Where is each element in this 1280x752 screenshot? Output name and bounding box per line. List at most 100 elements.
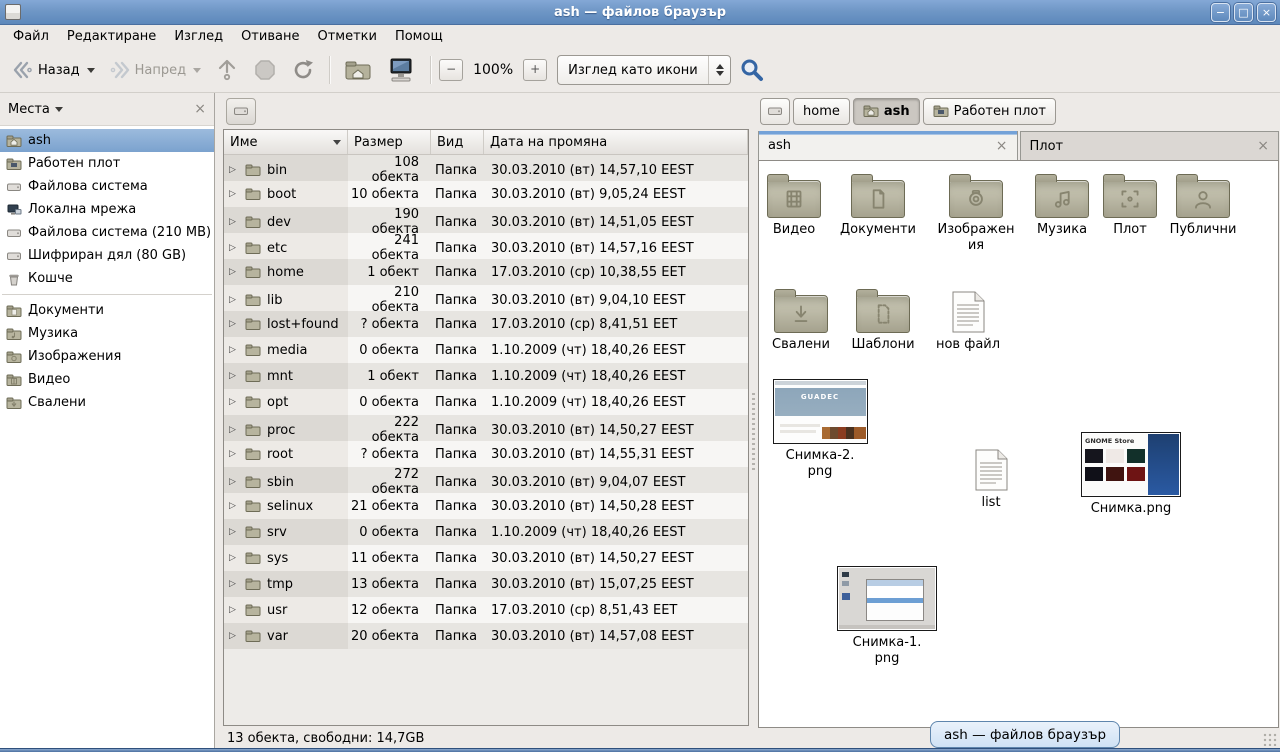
column-header-2[interactable]: Вид — [431, 130, 484, 154]
menu-2[interactable]: Изглед — [165, 26, 232, 47]
icon-item-нов-файл[interactable]: нов файл — [918, 288, 1018, 353]
expander-icon[interactable]: ▷ — [229, 425, 239, 435]
table-row[interactable]: ▷root? обектаПапка30.03.2010 (вт) 14,55,… — [224, 441, 748, 467]
menu-4[interactable]: Отметки — [308, 26, 385, 47]
column-header-3[interactable]: Дата на промяна — [484, 130, 748, 154]
splitter-grip[interactable] — [752, 393, 755, 473]
icon-item-Публични[interactable]: Публични — [1153, 173, 1253, 238]
table-row[interactable]: ▷srv0 обектаПапка1.10.2009 (чт) 18,40,26… — [224, 519, 748, 545]
table-row[interactable]: ▷sys11 обектаПапка30.03.2010 (вт) 14,50,… — [224, 545, 748, 571]
table-row[interactable]: ▷sbin272 обектаПапка30.03.2010 (вт) 9,04… — [224, 467, 748, 493]
sidebar-item-Кошче[interactable]: Кошче — [0, 267, 214, 290]
zoom-out-button[interactable]: − — [439, 59, 463, 81]
table-row[interactable]: ▷bin108 обектаПапка30.03.2010 (вт) 14,57… — [224, 155, 748, 181]
menu-3[interactable]: Отиване — [232, 26, 308, 47]
column-header-1[interactable]: Размер — [348, 130, 431, 154]
reload-button[interactable] — [285, 54, 321, 86]
maximize-button[interactable]: □ — [1234, 3, 1253, 22]
table-row[interactable]: ▷proc222 обектаПапка30.03.2010 (вт) 14,5… — [224, 415, 748, 441]
sidebar-close-icon[interactable]: × — [194, 101, 206, 117]
table-row[interactable]: ▷tmp13 обектаПапка30.03.2010 (вт) 15,07,… — [224, 571, 748, 597]
expander-icon[interactable]: ▷ — [229, 267, 239, 277]
pane-splitter[interactable] — [750, 93, 757, 748]
home-button[interactable] — [338, 54, 378, 86]
icon-item-Документи[interactable]: Документи — [828, 173, 928, 238]
expander-icon[interactable]: ▷ — [229, 631, 239, 641]
table-row[interactable]: ▷boot10 обектаПапка30.03.2010 (вт) 9,05,… — [224, 181, 748, 207]
expander-icon[interactable]: ▷ — [229, 189, 239, 199]
table-row[interactable]: ▷home1 обектПапка17.03.2010 (ср) 10,38,5… — [224, 259, 748, 285]
back-history-caret[interactable] — [87, 68, 95, 73]
tab-Плот[interactable]: Плот× — [1020, 131, 1280, 160]
back-button[interactable]: Назад — [6, 56, 101, 84]
menu-0[interactable]: Файл — [4, 26, 58, 47]
expander-icon[interactable]: ▷ — [229, 553, 239, 563]
icon-item-list[interactable]: list — [941, 446, 1041, 511]
expander-icon[interactable]: ▷ — [229, 605, 239, 615]
tab-ash[interactable]: ash× — [758, 131, 1018, 160]
sidebar-item-Работен плот[interactable]: Работен плот — [0, 152, 214, 175]
sidebar-item-Файлова система[interactable]: Файлова система — [0, 175, 214, 198]
search-button[interactable] — [733, 53, 771, 87]
expander-icon[interactable]: ▷ — [229, 319, 239, 329]
zoom-in-button[interactable]: + — [523, 59, 547, 81]
table-row[interactable]: ▷lost+found? обектаПапка17.03.2010 (ср) … — [224, 311, 748, 337]
icon-item-Снимка-2.-png[interactable]: GUADECСнимка-2. png — [770, 379, 870, 481]
expander-icon[interactable]: ▷ — [229, 527, 239, 537]
sidebar-mode-caret[interactable] — [55, 107, 63, 112]
table-row[interactable]: ▷selinux21 обектаПапка30.03.2010 (вт) 14… — [224, 493, 748, 519]
sidebar-item-Свалени[interactable]: Свалени — [0, 391, 214, 414]
close-button[interactable]: × — [1257, 3, 1276, 22]
expander-icon[interactable]: ▷ — [229, 243, 239, 253]
expander-icon[interactable]: ▷ — [229, 397, 239, 407]
sidebar-item-ash[interactable]: ash — [0, 129, 214, 152]
up-button[interactable] — [209, 54, 245, 86]
path-button-root[interactable] — [760, 98, 790, 125]
icon-item-Изображен-ия[interactable]: Изображен ия — [926, 173, 1026, 255]
column-header-0[interactable]: Име — [224, 130, 348, 154]
resize-grip[interactable] — [1263, 733, 1277, 746]
table-row[interactable]: ▷mnt1 обектПапка1.10.2009 (чт) 18,40,26 … — [224, 363, 748, 389]
view-mode-spinner[interactable] — [708, 56, 730, 84]
sidebar-item-Файлова система (210 MB)[interactable]: Файлова система (210 MB) — [0, 221, 214, 244]
stop-button[interactable] — [247, 54, 283, 86]
table-row[interactable]: ▷etc241 обектаПапка30.03.2010 (вт) 14,57… — [224, 233, 748, 259]
sidebar-item-Документи[interactable]: Документи — [0, 299, 214, 322]
expander-icon[interactable]: ▷ — [229, 579, 239, 589]
expander-icon[interactable]: ▷ — [229, 295, 239, 305]
minimize-button[interactable]: − — [1211, 3, 1230, 22]
tab-close-icon[interactable]: × — [996, 138, 1008, 154]
sidebar-item-Шифриран дял (80 GB)[interactable]: Шифриран дял (80 GB) — [0, 244, 214, 267]
titlebar: ash — файлов браузър − □ × — [0, 0, 1280, 25]
sidebar-item-Музика[interactable]: Музика — [0, 322, 214, 345]
root-location-button[interactable] — [226, 98, 256, 125]
table-row[interactable]: ▷dev190 обектаПапка30.03.2010 (вт) 14,51… — [224, 207, 748, 233]
expander-icon[interactable]: ▷ — [229, 217, 239, 227]
table-row[interactable]: ▷opt0 обектаПапка1.10.2009 (чт) 18,40,26… — [224, 389, 748, 415]
sidebar-item-Видео[interactable]: Видео — [0, 368, 214, 391]
forward-button[interactable]: Напред — [103, 56, 207, 84]
path-button-Работен плот[interactable]: Работен плот — [923, 98, 1056, 125]
menu-1[interactable]: Редактиране — [58, 26, 165, 47]
menu-5[interactable]: Помощ — [386, 26, 452, 47]
sidebar-item-Изображения[interactable]: Изображения — [0, 345, 214, 368]
expander-icon[interactable]: ▷ — [229, 449, 239, 459]
sidebar-item-Локална мрежа[interactable]: Локална мрежа — [0, 198, 214, 221]
icon-item-Снимка-1.-png[interactable]: Снимка-1. png — [837, 566, 937, 668]
expander-icon[interactable]: ▷ — [229, 165, 239, 175]
expander-icon[interactable]: ▷ — [229, 345, 239, 355]
expander-icon[interactable]: ▷ — [229, 501, 239, 511]
path-button-home[interactable]: home — [793, 98, 850, 125]
table-row[interactable]: ▷media0 обектаПапка1.10.2009 (чт) 18,40,… — [224, 337, 748, 363]
path-button-ash[interactable]: ash — [853, 98, 920, 125]
icon-item-Снимка.png[interactable]: GNOME StoreСнимка.png — [1081, 432, 1181, 517]
expander-icon[interactable]: ▷ — [229, 371, 239, 381]
forward-history-caret[interactable] — [193, 68, 201, 73]
table-row[interactable]: ▷lib210 обектаПапка30.03.2010 (вт) 9,04,… — [224, 285, 748, 311]
expander-icon[interactable]: ▷ — [229, 477, 239, 487]
computer-button[interactable] — [380, 53, 422, 87]
view-mode-select[interactable]: Изглед като икони — [557, 55, 731, 85]
tab-close-icon[interactable]: × — [1257, 138, 1269, 154]
table-row[interactable]: ▷var20 обектаПапка30.03.2010 (вт) 14,57,… — [224, 623, 748, 649]
table-row[interactable]: ▷usr12 обектаПапка17.03.2010 (ср) 8,51,4… — [224, 597, 748, 623]
